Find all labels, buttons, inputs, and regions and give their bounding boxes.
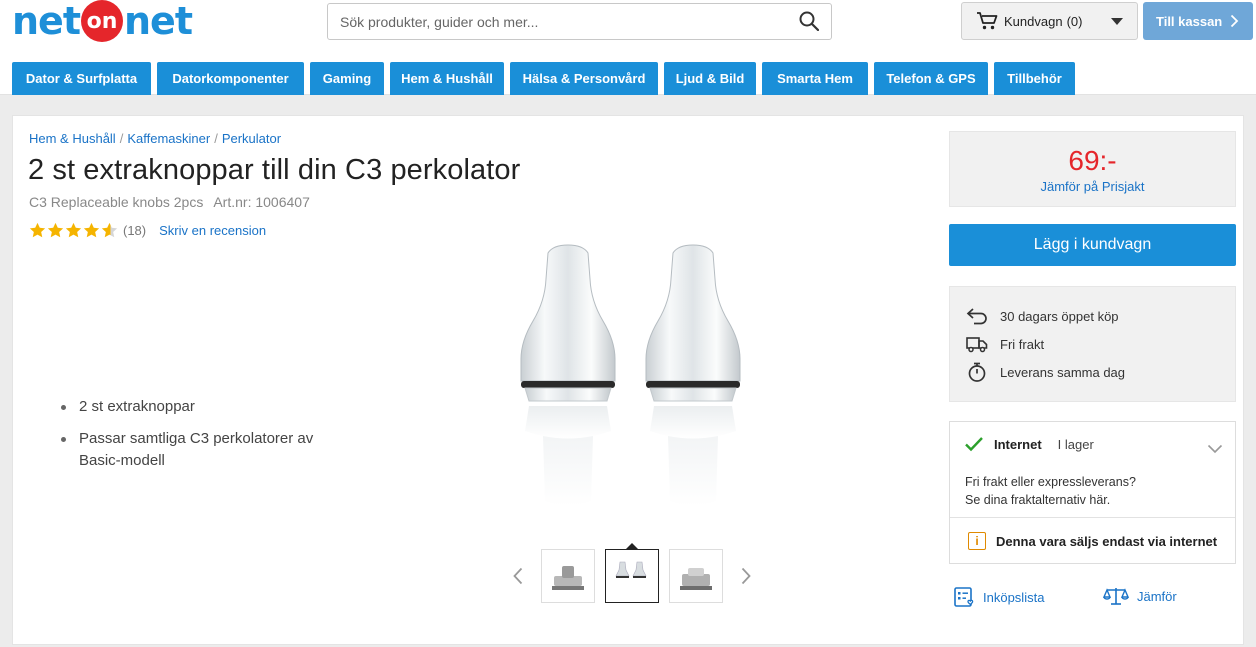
write-review-link[interactable]: Skriv en recension bbox=[159, 223, 266, 238]
cart-button[interactable]: Kundvagn (0) bbox=[961, 2, 1138, 40]
product-image[interactable] bbox=[503, 241, 768, 536]
perk-label: Fri frakt bbox=[1000, 336, 1045, 352]
prev-image-button[interactable] bbox=[508, 561, 528, 591]
article-number: Art.nr: 1006407 bbox=[213, 194, 310, 210]
breadcrumb-item[interactable]: Hem & Hushåll bbox=[29, 131, 116, 146]
product-title: 2 st extraknoppar till din C3 perkolator bbox=[28, 154, 521, 186]
compare-prisjakt-link[interactable]: Jämför på Prisjakt bbox=[950, 179, 1235, 194]
perks-box: 30 dagars öppet köp Fri frakt Leverans s… bbox=[949, 286, 1236, 402]
perk-free-shipping: Fri frakt bbox=[966, 334, 1044, 354]
star-icon bbox=[47, 222, 64, 238]
product-subtitle: C3 Replaceable knobs 2pcs bbox=[29, 194, 204, 210]
perk-same-day-delivery: Leverans samma dag bbox=[966, 362, 1125, 382]
search-input[interactable] bbox=[328, 4, 788, 39]
thumbnail-image bbox=[552, 566, 584, 590]
return-icon bbox=[966, 308, 987, 325]
product-card: Hem & Hushåll / Kaffemaskiner / Perkulator 2… bbox=[12, 115, 1244, 645]
divider bbox=[950, 517, 1235, 518]
price: 69:- bbox=[1068, 145, 1117, 176]
shipping-info[interactable]: Fri frakt eller expressleverans? Se dina… bbox=[965, 473, 1136, 509]
netonnet-logo[interactable]: net on net bbox=[12, 0, 193, 43]
logo-text-right: net bbox=[124, 0, 193, 43]
check-icon bbox=[965, 437, 983, 452]
stopwatch-icon bbox=[968, 362, 986, 382]
shipping-info-line: Se dina fraktalternativ här. bbox=[965, 493, 1111, 507]
star-icon bbox=[83, 222, 100, 238]
nav-tab-smarta-hem[interactable]: Smarta Hem bbox=[762, 62, 868, 95]
shopping-list-label: Inköpslista bbox=[983, 589, 1045, 605]
thumbnail-active[interactable] bbox=[605, 543, 659, 603]
site-header: netonnet Kundvagn (0) Till kassan Dator … bbox=[0, 0, 1256, 95]
product-subtitle-row: C3 Replaceable knobs 2pcs Art.nr: 1006407 bbox=[29, 194, 310, 210]
breadcrumb-separator: / bbox=[214, 131, 218, 146]
cart-label: Kundvagn bbox=[1004, 13, 1063, 29]
rating-count: (18) bbox=[123, 223, 147, 238]
breadcrumb-item[interactable]: Kaffemaskiner bbox=[127, 131, 210, 146]
nav-tab-datorkomponenter[interactable]: Datorkomponenter bbox=[157, 62, 304, 95]
breadcrumb-item[interactable]: Perkulator bbox=[222, 131, 281, 146]
thumbnail[interactable] bbox=[541, 549, 595, 603]
checkout-label: Till kassan bbox=[1156, 13, 1223, 29]
logo-on-badge: on bbox=[81, 0, 123, 42]
breadcrumb: Hem & Hushåll / Kaffemaskiner / Perkulator bbox=[29, 131, 281, 146]
image-thumbnails bbox=[508, 543, 756, 604]
star-icon bbox=[29, 222, 46, 238]
feature-item: Passar samtliga C3 perkolatorer av Basic… bbox=[61, 428, 321, 472]
shopping-list-button[interactable]: Inköpslista bbox=[953, 586, 1044, 608]
truck-icon bbox=[966, 337, 988, 353]
nav-tab-gaming[interactable]: Gaming bbox=[310, 62, 384, 95]
perk-label: 30 dagars öppet köp bbox=[1000, 308, 1119, 324]
chevron-left-icon bbox=[513, 567, 523, 585]
cart-count: (0) bbox=[1066, 13, 1083, 29]
nav-tab-halsa-personvard[interactable]: Hälsa & Personvård bbox=[510, 62, 658, 95]
feature-item: 2 st extraknoppar bbox=[61, 396, 321, 418]
compare-button[interactable]: Jämför bbox=[1103, 586, 1177, 606]
perk-open-purchase: 30 dagars öppet köp bbox=[966, 306, 1119, 326]
breadcrumb-separator: / bbox=[119, 131, 124, 146]
category-nav: Dator & Surfplatta Datorkomponenter Gami… bbox=[12, 62, 1081, 95]
compare-label: Jämför bbox=[1137, 588, 1177, 604]
search-icon[interactable] bbox=[799, 11, 819, 31]
rating-row: (18) Skriv en recension bbox=[29, 222, 266, 239]
caret-down-icon bbox=[1111, 18, 1123, 25]
nav-tab-telefon-gps[interactable]: Telefon & GPS bbox=[874, 62, 988, 95]
shipping-info-line: Fri frakt eller expressleverans? bbox=[965, 475, 1136, 489]
internet-only-note: i Denna vara säljs endast via internet bbox=[968, 532, 1217, 550]
nav-tab-hem-hushall[interactable]: Hem & Hushåll bbox=[390, 62, 504, 95]
star-half-icon bbox=[101, 222, 118, 238]
list-icon bbox=[954, 587, 974, 607]
logo-text-left: net bbox=[12, 0, 81, 43]
nav-tab-ljud-bild[interactable]: Ljud & Bild bbox=[664, 62, 756, 95]
info-icon: i bbox=[968, 532, 986, 550]
chevron-down-icon[interactable] bbox=[1207, 444, 1223, 454]
product-actions: Inköpslista Jämför bbox=[953, 586, 1236, 610]
nav-tab-tillbehor[interactable]: Tillbehör bbox=[994, 62, 1075, 95]
internet-only-text: Denna vara säljs endast via internet bbox=[996, 533, 1218, 549]
stock-panel: Internet I lager Fri frakt eller express… bbox=[949, 421, 1236, 564]
rating-stars[interactable] bbox=[29, 222, 119, 239]
stock-status-row[interactable]: Internet I lager bbox=[964, 436, 1094, 452]
nav-tab-dator-surfplatta[interactable]: Dator & Surfplatta bbox=[12, 62, 151, 95]
feature-list: 2 st extraknoppar Passar samtliga C3 per… bbox=[61, 396, 321, 482]
search-box bbox=[327, 3, 832, 40]
stock-channel: Internet bbox=[994, 436, 1042, 452]
thumbnail[interactable] bbox=[669, 549, 723, 603]
stock-status: I lager bbox=[1057, 436, 1094, 452]
next-image-button[interactable] bbox=[736, 561, 756, 591]
price-box: 69:- Jämför på Prisjakt bbox=[949, 131, 1236, 207]
chevron-right-icon bbox=[1231, 14, 1239, 28]
scale-icon bbox=[1103, 588, 1129, 605]
star-icon bbox=[65, 222, 82, 238]
cart-icon bbox=[977, 12, 998, 30]
add-to-cart-button[interactable]: Lägg i kundvagn bbox=[949, 224, 1236, 266]
chevron-right-icon bbox=[741, 567, 751, 585]
thumbnail-image bbox=[615, 561, 647, 578]
checkout-button[interactable]: Till kassan bbox=[1143, 2, 1253, 40]
thumbnail-image bbox=[680, 568, 712, 590]
perk-label: Leverans samma dag bbox=[1000, 364, 1126, 380]
